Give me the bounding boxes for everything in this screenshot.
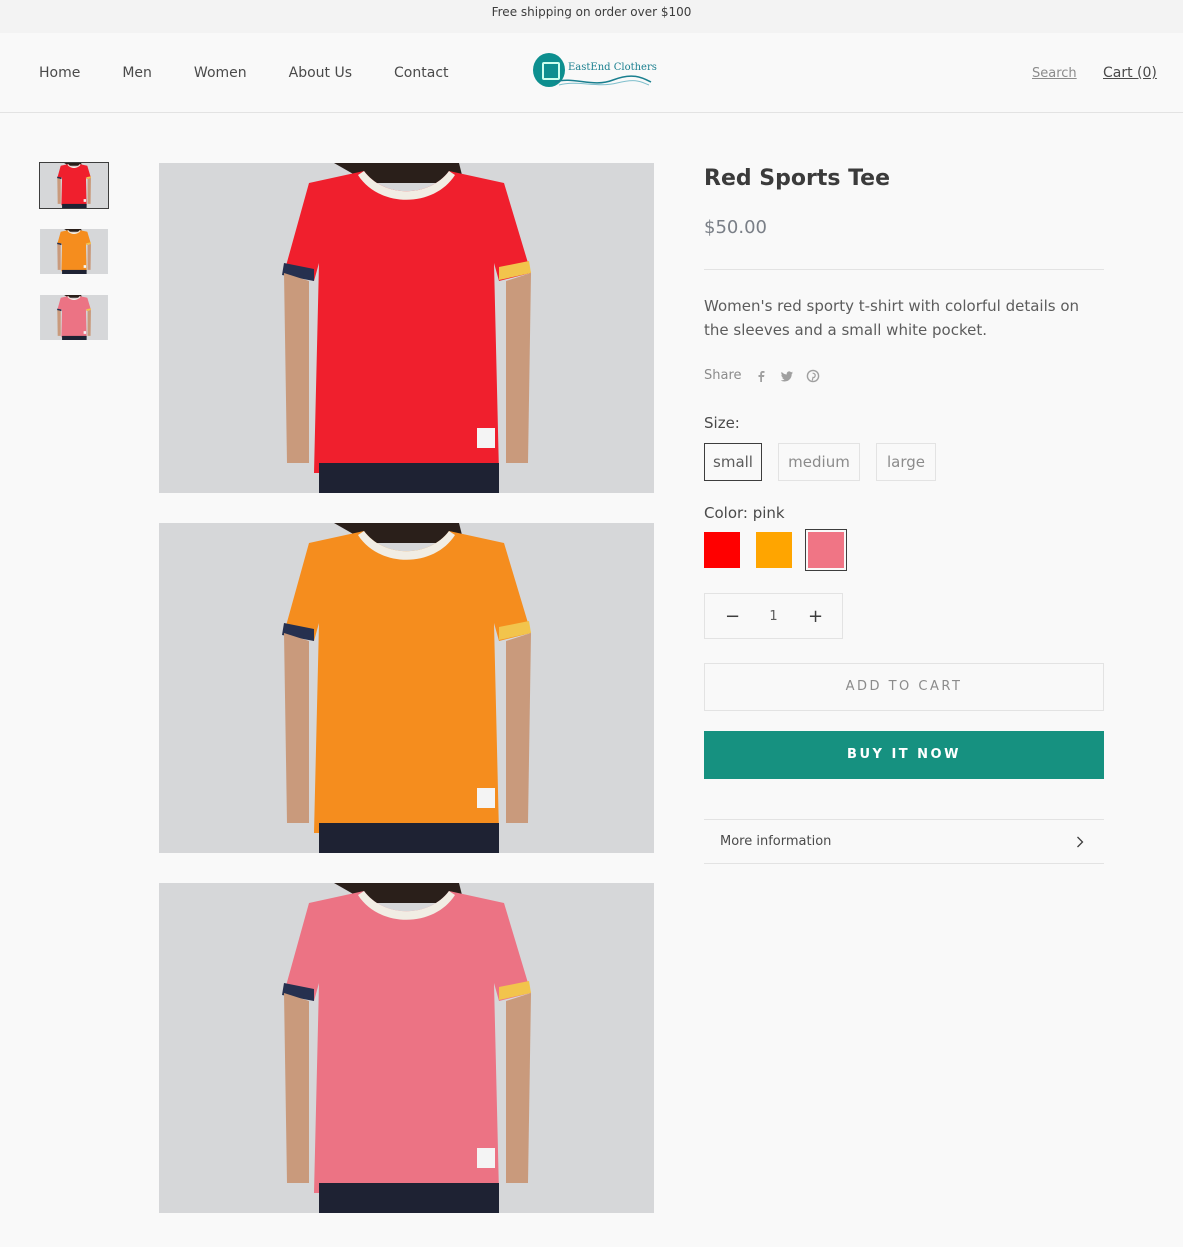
nav-home[interactable]: Home bbox=[39, 65, 80, 81]
chevron-right-icon bbox=[1077, 836, 1084, 848]
color-swatch-orange[interactable] bbox=[756, 532, 792, 568]
more-information-row[interactable]: More information bbox=[704, 819, 1104, 864]
color-swatch-red[interactable] bbox=[704, 532, 740, 568]
facebook-icon[interactable] bbox=[754, 369, 768, 383]
logo-text: EastEnd Clothers bbox=[568, 62, 657, 73]
site-header: Home Men Women About Us Contact EastEnd … bbox=[0, 33, 1183, 113]
orange-tee-image bbox=[159, 523, 654, 853]
red-tee-image bbox=[159, 163, 654, 493]
main-nav: Home Men Women About Us Contact bbox=[39, 65, 491, 81]
product-photo-orange bbox=[159, 523, 654, 853]
announcement-bar: Free shipping on order over $100 bbox=[0, 0, 1183, 33]
minus-icon[interactable]: − bbox=[725, 606, 740, 627]
wave-logo-icon bbox=[554, 75, 652, 86]
product-photo-red bbox=[159, 163, 654, 493]
add-to-cart-button[interactable]: ADD TO CART bbox=[704, 663, 1104, 711]
nav-about-us[interactable]: About Us bbox=[289, 65, 352, 81]
share-row: Share bbox=[704, 368, 820, 383]
thumbnail-red[interactable] bbox=[39, 162, 109, 209]
pink-tee-image bbox=[159, 883, 654, 1213]
buy-it-now-button[interactable]: BUY IT NOW bbox=[704, 731, 1104, 779]
divider bbox=[704, 269, 1104, 270]
product-description: Women's red sporty t-shirt with colorful… bbox=[704, 297, 1080, 339]
size-option-large[interactable]: large bbox=[876, 443, 936, 481]
pinterest-icon[interactable] bbox=[806, 369, 820, 383]
quantity-value[interactable]: 1 bbox=[769, 609, 777, 624]
twitter-icon[interactable] bbox=[780, 369, 794, 383]
nav-women[interactable]: Women bbox=[194, 65, 247, 81]
product-photo-pink bbox=[159, 883, 654, 1213]
share-label: Share bbox=[704, 368, 742, 383]
red-tee-thumb-image bbox=[40, 163, 108, 208]
thumbnail-orange[interactable] bbox=[40, 229, 108, 274]
more-information-label: More information bbox=[720, 834, 832, 849]
announcement-text: Free shipping on order over $100 bbox=[491, 5, 692, 19]
size-option-medium[interactable]: medium bbox=[778, 443, 860, 481]
product-price: $50.00 bbox=[704, 217, 767, 238]
search-link[interactable]: Search bbox=[1032, 66, 1077, 81]
nav-men[interactable]: Men bbox=[122, 65, 152, 81]
cart-link[interactable]: Cart (0) bbox=[1103, 65, 1157, 81]
color-swatch-pink[interactable] bbox=[805, 529, 847, 571]
pink-tee-thumb-image bbox=[40, 295, 108, 340]
nav-contact[interactable]: Contact bbox=[394, 65, 448, 81]
size-option-small[interactable]: small bbox=[704, 443, 762, 481]
size-label: Size: bbox=[704, 414, 740, 432]
plus-icon[interactable]: + bbox=[808, 606, 823, 627]
logo[interactable]: EastEnd Clothers bbox=[533, 52, 663, 96]
quantity-stepper: − 1 + bbox=[704, 593, 843, 639]
thumbnail-pink[interactable] bbox=[40, 295, 108, 340]
product-title: Red Sports Tee bbox=[704, 166, 891, 191]
orange-tee-thumb-image bbox=[40, 229, 108, 274]
color-label: Color: pink bbox=[704, 504, 785, 522]
